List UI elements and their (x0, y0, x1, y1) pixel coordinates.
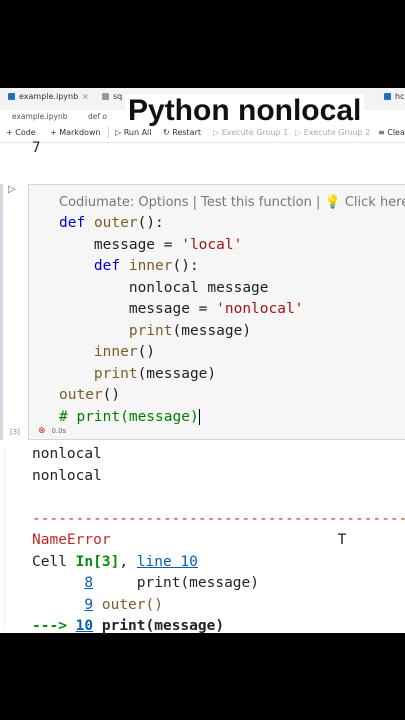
traceback-header-trail: T (337, 532, 347, 548)
code-token: outer (93, 215, 138, 231)
execute-group-2-button[interactable]: ▷ Execute Group 2 (295, 128, 370, 137)
traceback-line-number[interactable]: 8 (84, 575, 93, 591)
execution-time: 0.0s (51, 427, 67, 435)
run-cell-button[interactable]: ▷ (8, 184, 16, 195)
traceback-code: print(message) (93, 575, 259, 591)
code-token: outer (59, 387, 103, 403)
code-token: (): (137, 215, 164, 231)
traceback-code: print(message) (93, 618, 225, 633)
add-code-button[interactable]: + Code (6, 128, 36, 137)
breadcrumb-file[interactable]: example.ipynb (12, 112, 67, 121)
notebook-icon (8, 93, 15, 100)
output-line: nonlocal (32, 467, 102, 484)
notebook-icon (384, 93, 391, 100)
code-token: # print(message) (59, 408, 199, 425)
code-token: message = (59, 236, 182, 253)
code-token: inner (120, 258, 173, 274)
chevron-right-icon: ▷ (8, 184, 16, 195)
restart-label: Restart (172, 128, 202, 137)
tab-label: hc (395, 92, 405, 101)
close-icon[interactable]: × (82, 92, 89, 101)
code-token: print (59, 322, 173, 339)
code-token: () (137, 344, 156, 360)
play-icon: ▷ (295, 128, 304, 137)
traceback-code: outer() (93, 596, 163, 613)
code-token: (): (172, 258, 199, 274)
code-token: 'nonlocal' (216, 301, 304, 317)
code-token: () (102, 387, 121, 403)
traceback-line-number[interactable]: 9 (84, 597, 93, 613)
cell-execution-index: [3] (10, 428, 20, 436)
toolbar-divider (108, 127, 109, 138)
code-token: inner (59, 344, 138, 360)
execute-group-1-label: Execute Group 1 (221, 128, 289, 137)
clear-button[interactable]: ≡ Clear (378, 128, 405, 137)
code-token: def (59, 215, 86, 231)
notebook-screen: example.ipynb × sq hc example.ipynb def … (0, 88, 405, 633)
tab-sq[interactable]: sq (102, 92, 122, 101)
execute-group-2-label: Execute Group 2 (303, 128, 371, 137)
play-icon: ▷ (115, 128, 124, 137)
previous-output: 7 (32, 140, 41, 156)
add-markdown-button[interactable]: + Markdown (50, 128, 101, 137)
code-token: def (59, 258, 121, 274)
traceback-arrow: ---> (32, 618, 76, 633)
run-all-button[interactable]: ▷ Run All (115, 128, 152, 137)
error-name: NameError (32, 532, 111, 548)
output-gutter (4, 448, 5, 628)
code-token: nonlocal message (59, 279, 269, 296)
output-line: nonlocal (32, 446, 102, 462)
tab-label: example.ipynb (19, 92, 79, 101)
clear-label: Clear (387, 128, 405, 137)
execute-group-1-button[interactable]: ▷ Execute Group 1 (213, 128, 288, 137)
play-icon: ▷ (213, 128, 222, 137)
text-cursor (198, 408, 200, 425)
code-token: message = (59, 301, 217, 317)
cell-output: nonlocal nonlocal ----------------------… (32, 444, 405, 633)
code-editor[interactable]: def outer(): message = 'local' def inner… (59, 213, 303, 428)
traceback-line-number[interactable]: 10 (76, 618, 93, 633)
codelens-bar[interactable]: Codiumate: Options | Test this function … (59, 195, 405, 210)
traceback-cell-in: In[3] (75, 553, 120, 570)
traceback-separator: ----------------------------------------… (32, 510, 405, 527)
code-token: (message) (172, 322, 252, 339)
restart-icon: ↻ (163, 128, 173, 137)
tab-example-ipynb[interactable]: example.ipynb × (8, 92, 89, 101)
code-token: print (59, 365, 138, 382)
tab-label: sq (113, 92, 123, 101)
code-cell[interactable]: Codiumate: Options | Test this function … (28, 184, 405, 440)
code-token: 'local' (181, 236, 243, 253)
code-token: (message) (137, 365, 217, 382)
error-icon: ⊗ (38, 426, 46, 436)
file-icon (102, 93, 109, 100)
clear-icon: ≡ (378, 128, 388, 137)
cell-status: ⊗ 0.0s (38, 426, 66, 436)
breadcrumb-symbol[interactable]: def o (88, 112, 107, 121)
cell-focus-marker (0, 184, 3, 440)
video-title: Python nonlocal (125, 94, 365, 128)
tab-hc[interactable]: hc (384, 92, 404, 101)
restart-button[interactable]: ↻ Restart (163, 128, 201, 137)
traceback-cell-sep: , (119, 553, 137, 570)
run-all-label: Run All (123, 128, 152, 137)
traceback-cell-prefix: Cell (32, 553, 76, 570)
traceback-line-link[interactable]: line 10 (137, 554, 198, 570)
